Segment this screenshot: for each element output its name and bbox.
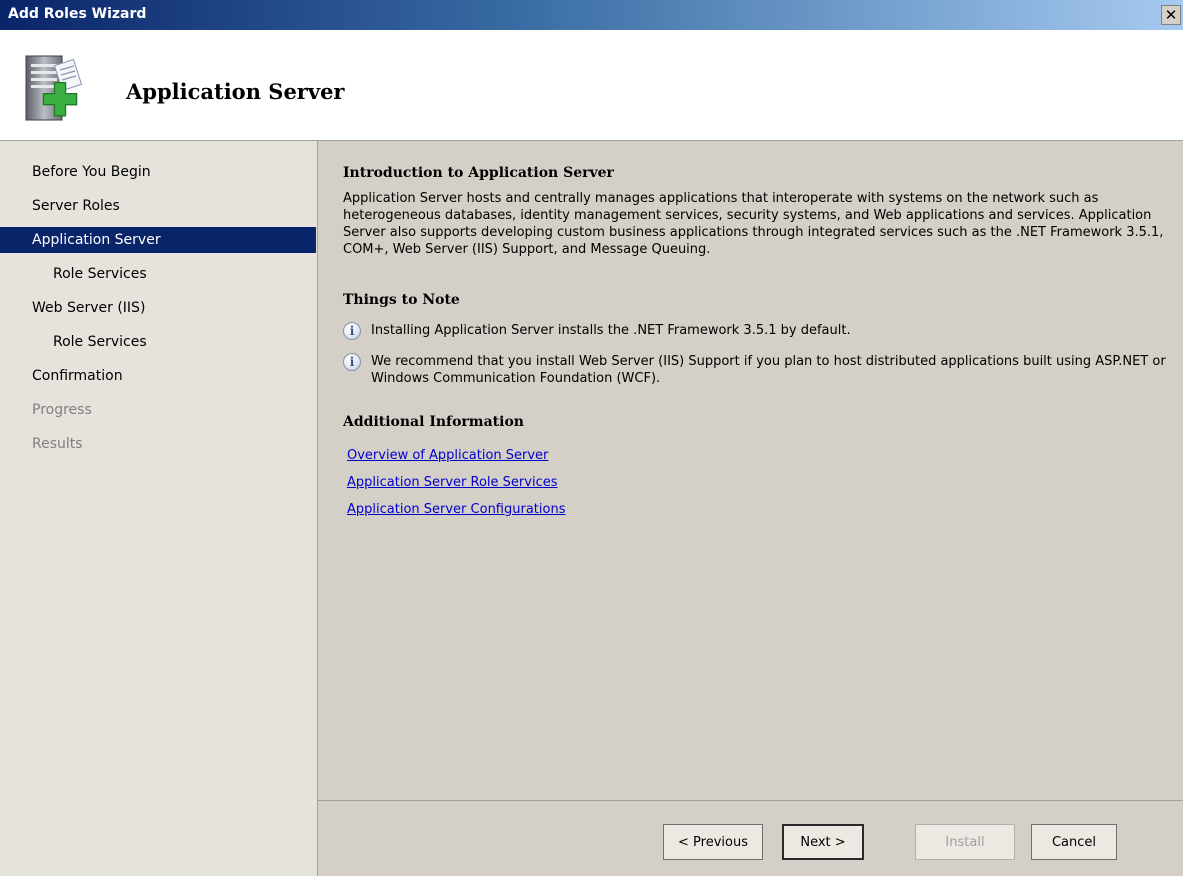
previous-button[interactable]: < Previous (663, 824, 763, 860)
sidebar-item-web-server-iis[interactable]: Web Server (IIS) (0, 295, 316, 321)
intro-heading: Introduction to Application Server (343, 165, 614, 181)
cancel-button[interactable]: Cancel (1031, 824, 1117, 860)
next-button[interactable]: Next > (782, 824, 864, 860)
note-text: We recommend that you install Web Server… (371, 354, 1166, 386)
sidebar-item-before-you-begin[interactable]: Before You Begin (0, 159, 316, 185)
sidebar-item-web-role-services[interactable]: Role Services (0, 329, 316, 355)
sidebar-item-confirmation[interactable]: Confirmation (0, 363, 316, 389)
page-title: Application Server (126, 79, 345, 104)
window-title: Add Roles Wizard (8, 6, 147, 22)
info-icon: i (343, 353, 361, 371)
sidebar-item-progress: Progress (32, 402, 92, 418)
additional-info-heading: Additional Information (343, 414, 524, 430)
link-application-server-configurations[interactable]: Application Server Configurations (347, 502, 565, 517)
wizard-header: Application Server (0, 30, 1183, 141)
intro-text: Application Server hosts and centrally m… (343, 191, 1164, 257)
info-icon: i (343, 322, 361, 340)
link-overview-application-server[interactable]: Overview of Application Server (347, 448, 548, 463)
wizard-content: Introduction to Application Server Appli… (318, 141, 1183, 800)
sidebar-item-results: Results (32, 436, 83, 452)
server-add-role-icon (25, 55, 83, 121)
sidebar-item-app-role-services[interactable]: Role Services (0, 261, 316, 287)
note-text: Installing Application Server installs t… (371, 323, 851, 338)
sidebar-item-application-server[interactable]: Application Server (0, 227, 316, 253)
sidebar-item-server-roles[interactable]: Server Roles (0, 193, 316, 219)
close-button[interactable]: ✕ (1161, 5, 1181, 25)
wizard-footer: < Previous Next > Install Cancel (318, 800, 1183, 876)
install-button: Install (915, 824, 1015, 860)
title-bar: Add Roles Wizard ✕ (0, 0, 1183, 30)
notes-heading: Things to Note (343, 292, 460, 308)
link-application-server-role-services[interactable]: Application Server Role Services (347, 475, 558, 490)
close-icon: ✕ (1164, 6, 1178, 24)
wizard-step-list: Before You Begin Server Roles Applicatio… (0, 141, 318, 876)
